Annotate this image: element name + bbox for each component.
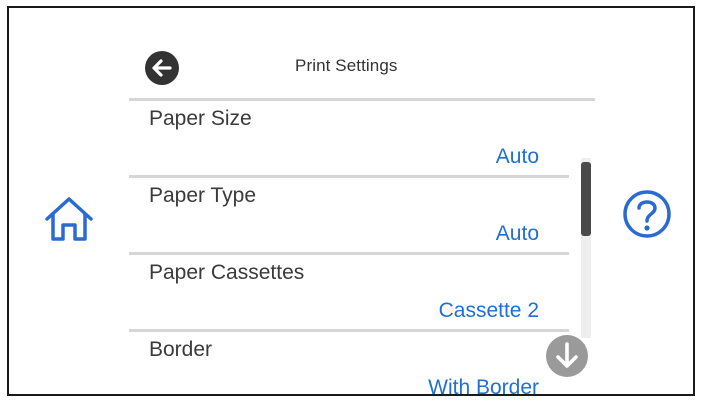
scrollbar-thumb[interactable] [581, 162, 591, 236]
setting-label: Paper Cassettes [149, 261, 305, 284]
setting-label: Paper Type [149, 184, 257, 207]
setting-value: Auto [495, 222, 539, 245]
page-title: Print Settings [295, 56, 398, 75]
settings-list: Paper Size Auto Paper Type Auto Paper Ca… [129, 101, 569, 396]
setting-paper-type[interactable]: Paper Type Auto [129, 178, 569, 255]
setting-label: Border [149, 338, 213, 361]
setting-paper-size[interactable]: Paper Size Auto [129, 101, 569, 178]
back-arrow-icon [145, 51, 179, 85]
home-icon [45, 197, 93, 241]
setting-border[interactable]: Border With Border [129, 332, 569, 396]
arrow-down-icon [546, 335, 588, 377]
setting-paper-cassettes[interactable]: Paper Cassettes Cassette 2 [129, 255, 569, 332]
setting-value: With Border [428, 376, 539, 396]
setting-label: Paper Size [149, 107, 252, 130]
help-button[interactable] [619, 186, 675, 242]
home-button[interactable] [41, 193, 97, 245]
scroll-down-button[interactable] [545, 334, 589, 378]
header: Print Settings [129, 38, 595, 101]
help-icon [623, 190, 671, 238]
setting-value: Cassette 2 [438, 299, 539, 322]
setting-value: Auto [495, 145, 539, 168]
printer-panel: Print Settings Paper Size Auto Paper Typ… [7, 6, 695, 396]
back-button[interactable] [145, 51, 179, 85]
